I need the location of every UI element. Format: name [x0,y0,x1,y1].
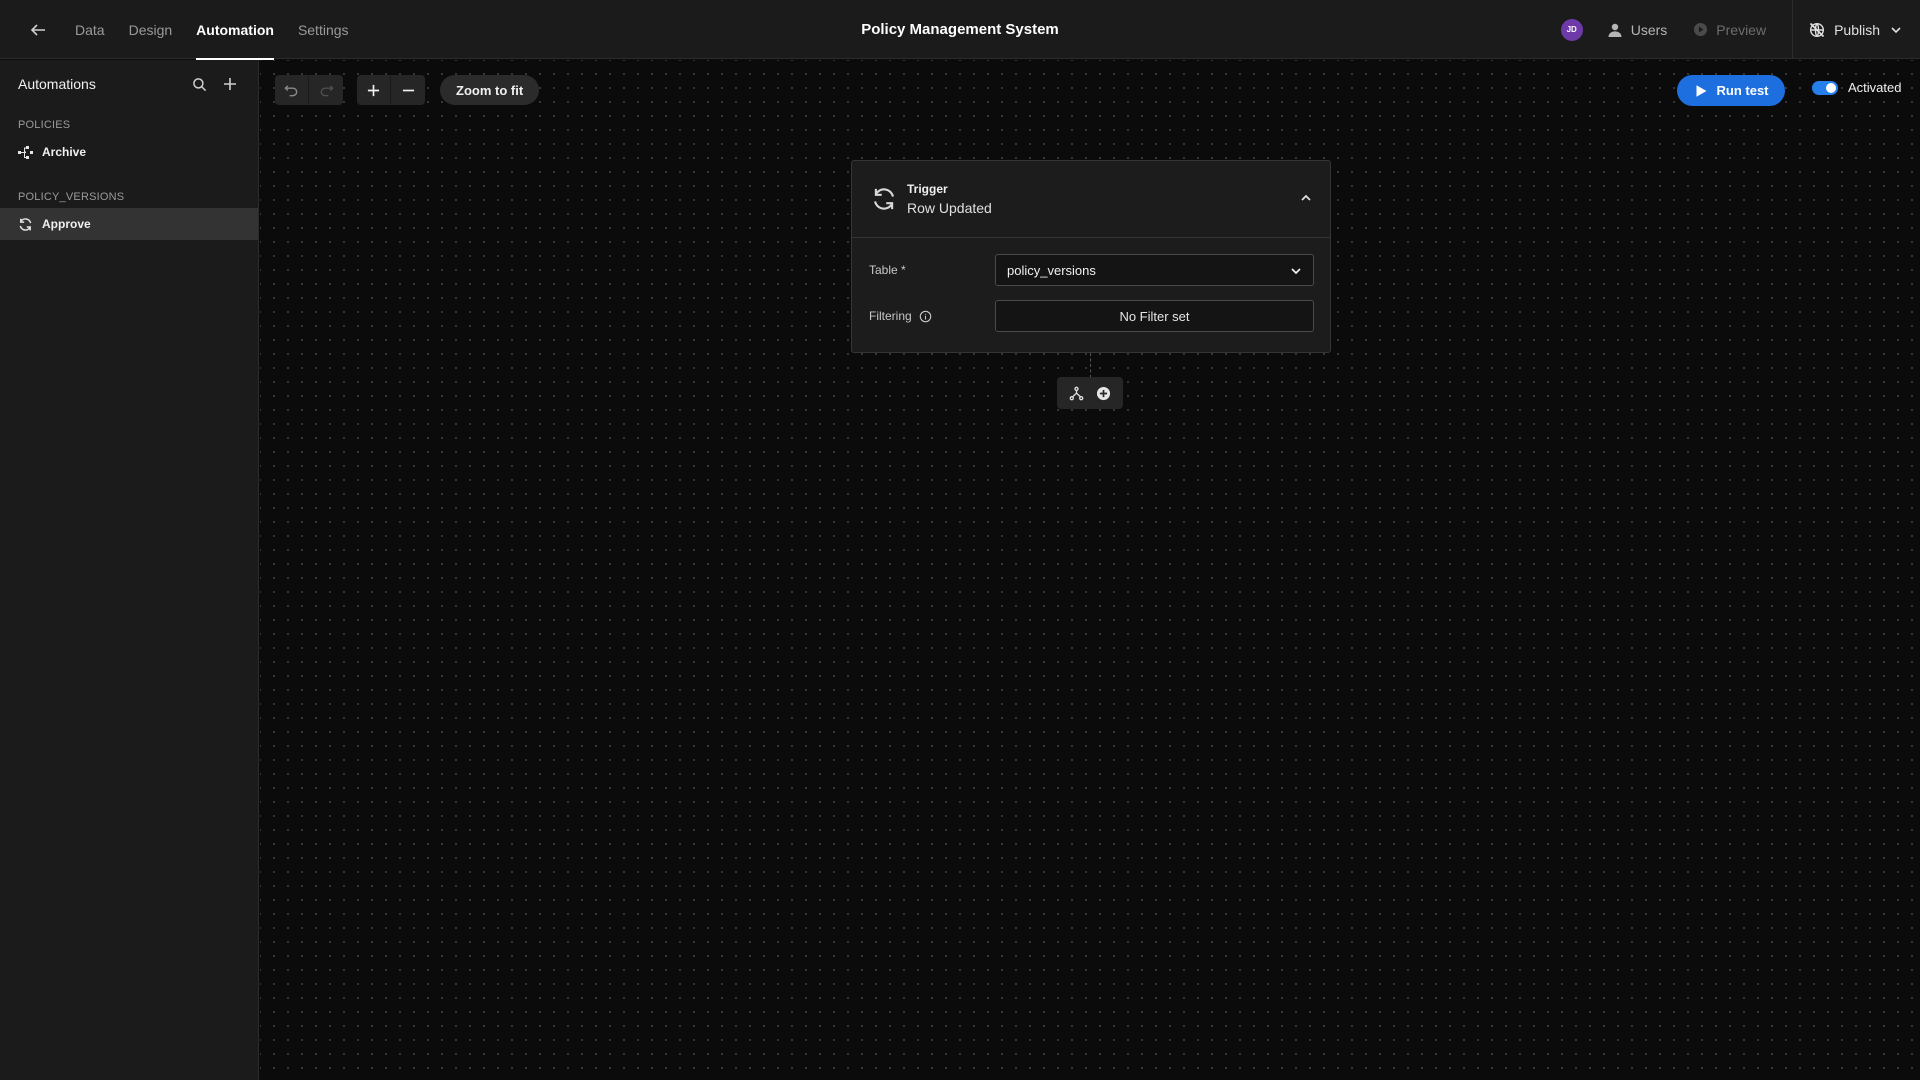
trigger-kind-label: Trigger [907,182,948,196]
run-test-button[interactable]: Run test [1677,75,1785,106]
run-test-label: Run test [1716,83,1769,98]
chevron-up-icon [1301,194,1311,201]
trigger-event-label: Row Updated [907,200,992,216]
plus-circle-icon [1096,386,1111,400]
trigger-card: Trigger Row Updated Table * policy_versi… [851,160,1331,353]
users-button[interactable]: Users [1607,21,1668,38]
play-circle-icon [1694,22,1708,37]
play-icon [1696,84,1706,97]
zoom-to-fit-button[interactable]: Zoom to fit [440,75,540,105]
sidebar-title: Automations [18,76,96,92]
automation-canvas[interactable]: Zoom to fit Run test Activated Trigger R… [260,60,1920,1080]
search-icon [192,77,206,91]
trigger-card-header[interactable]: Trigger Row Updated [852,161,1330,238]
back-button[interactable] [26,18,50,42]
globe-off-icon [1809,22,1825,37]
table-select[interactable]: policy_versions [995,254,1314,286]
activated-label: Activated [1848,80,1902,95]
zoom-controls [357,75,425,105]
search-button[interactable] [189,74,209,94]
zoom-in-button[interactable] [357,75,391,105]
chevron-down-icon [1891,26,1901,33]
info-icon[interactable] [919,310,932,323]
redo-button[interactable] [309,75,343,105]
table-row: Table * policy_versions [869,254,1314,286]
main-nav-tabs: Data Design Automation Settings [75,0,373,60]
table-label: Table * [869,263,906,277]
filtering-label: Filtering [869,309,995,323]
avatar[interactable]: JD [1560,18,1583,41]
user-icon [1608,23,1622,37]
sidebar-item-label: Approve [42,217,91,231]
chevron-down-icon [1291,268,1301,275]
sidebar-section-policies: POLICIES [18,119,71,131]
activated-toggle[interactable] [1812,80,1838,95]
branch-icon [1069,386,1084,400]
refresh-icon [19,217,32,231]
collapse-button[interactable] [1300,191,1312,209]
history-controls [275,75,343,105]
users-label: Users [1630,21,1668,38]
tab-automation[interactable]: Automation [196,0,274,60]
table-select-value: policy_versions [1007,262,1096,278]
filter-button[interactable]: No Filter set [995,300,1314,332]
preview-button[interactable]: Preview [1693,22,1766,38]
automations-sidebar: Automations POLICIES Archive POLICY_VERS… [0,60,259,1080]
flow-icon [18,145,33,159]
filtering-label-text: Filtering [869,309,912,323]
undo-icon [284,84,298,96]
add-step-controls [1057,377,1123,409]
plus-icon [367,84,380,96]
redo-icon [320,84,334,96]
plus-icon [224,78,236,90]
zoom-out-button[interactable] [391,75,425,105]
add-branch-button[interactable] [1069,386,1084,401]
add-automation-button[interactable] [220,74,240,94]
tab-settings[interactable]: Settings [298,0,349,59]
flow-connector [1090,353,1091,378]
add-step-button[interactable] [1096,386,1111,401]
top-bar: Data Design Automation Settings Policy M… [0,0,1920,60]
minus-icon [402,89,414,91]
publish-button[interactable]: Publish [1792,0,1920,59]
activated-control: Activated [1812,80,1901,95]
publish-label: Publish [1834,21,1880,38]
tab-design[interactable]: Design [129,0,173,59]
sidebar-item-approve[interactable]: Approve [0,208,258,240]
tab-data[interactable]: Data [75,0,105,59]
top-right-actions: JD Users Preview Publish [1560,0,1920,59]
arrow-left-icon [30,24,45,36]
undo-button[interactable] [275,75,309,105]
app-title: Policy Management System [861,21,1059,38]
sidebar-header: Automations [0,60,258,108]
preview-label: Preview [1716,21,1767,38]
sidebar-section-policy-versions: POLICY_VERSIONS [18,191,125,203]
sidebar-item-archive[interactable]: Archive [0,136,258,168]
sidebar-item-label: Archive [42,145,87,159]
filtering-row: Filtering No Filter set [869,300,1314,332]
refresh-icon [874,188,894,210]
